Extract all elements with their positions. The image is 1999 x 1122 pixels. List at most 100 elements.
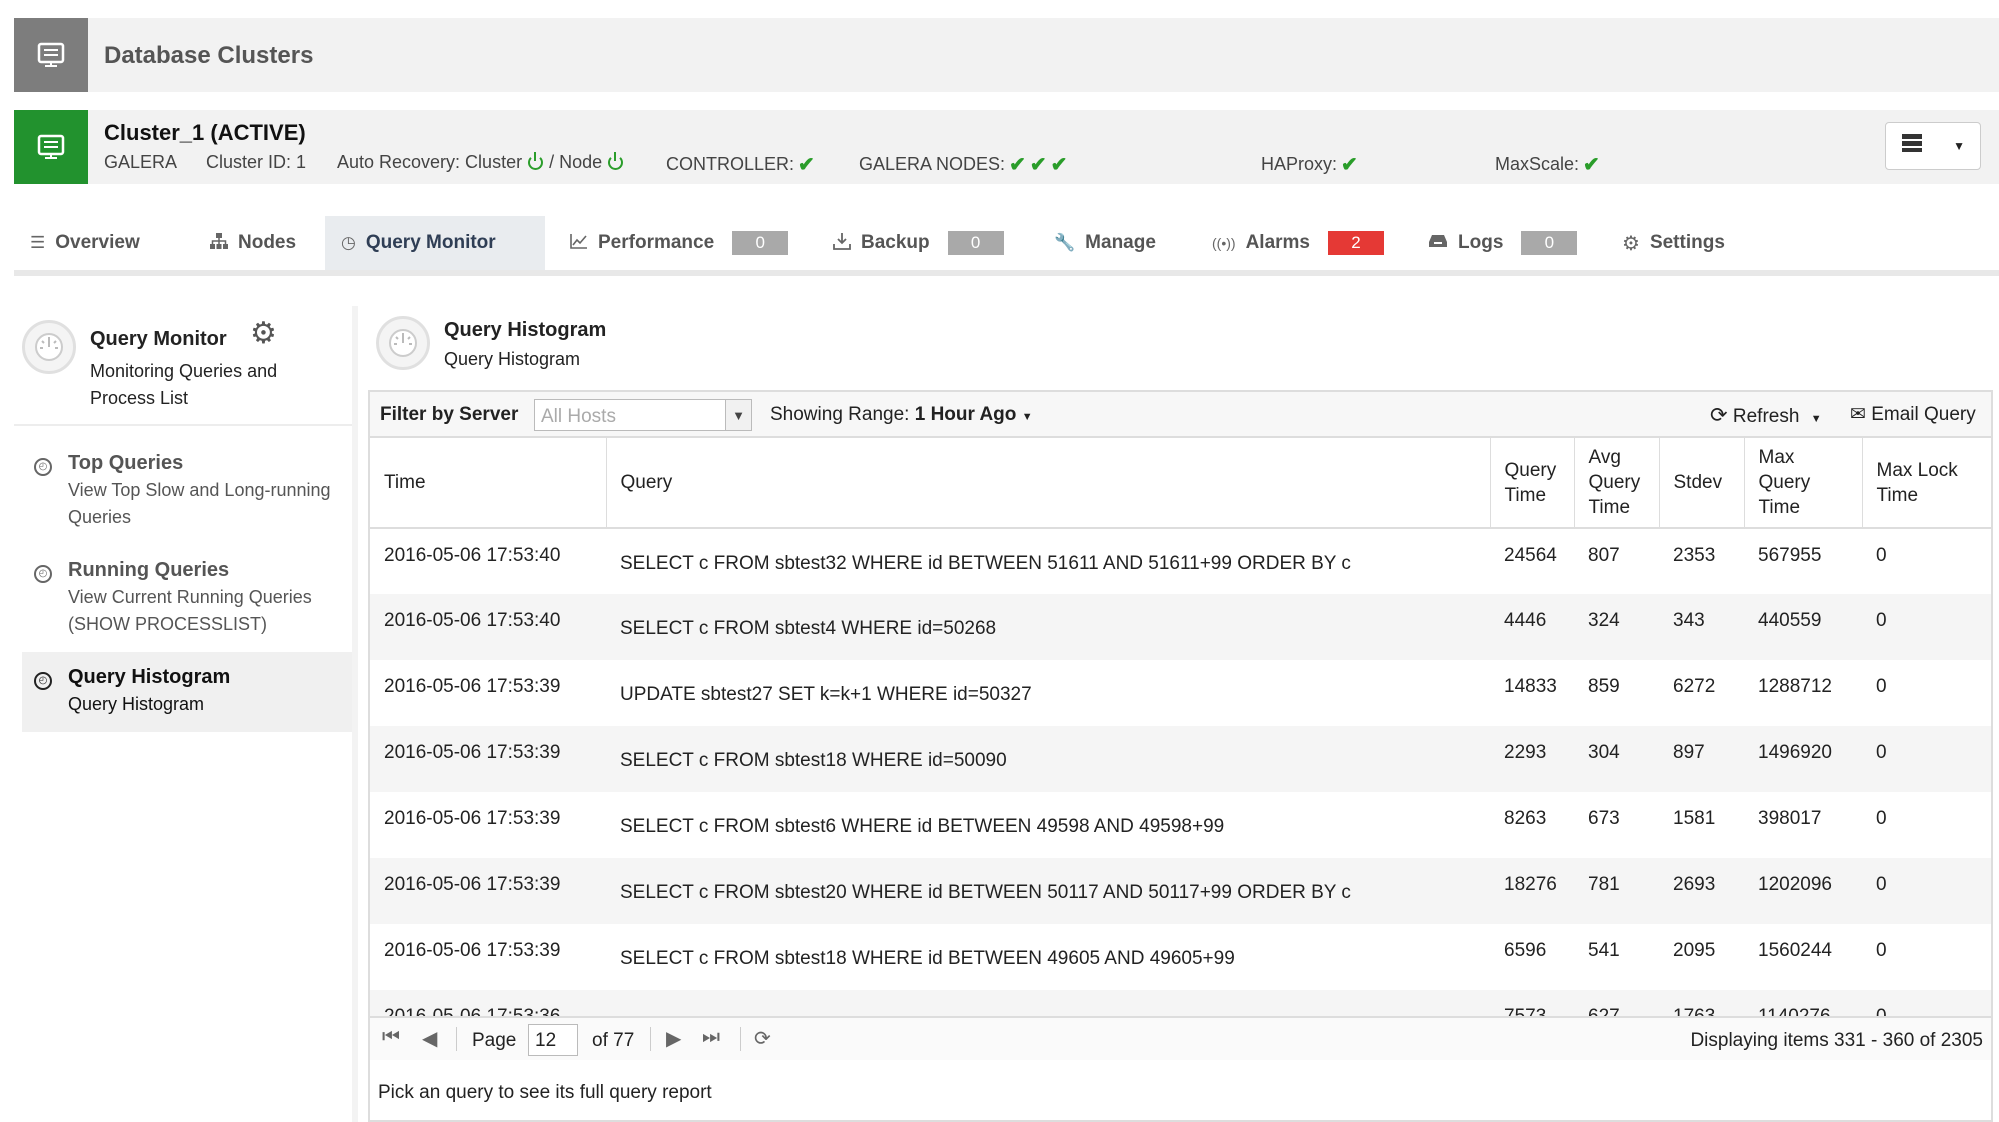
cell-query: SELECT c FROM sbtest32 WHERE id BETWEEN … bbox=[620, 553, 1351, 574]
sidebar-item-query-histogram[interactable]: ◴ Query Histogram Query Histogram bbox=[22, 652, 352, 732]
dial-icon bbox=[22, 320, 76, 374]
sidebar-item-desc: View Current Running Queries (SHOW PROCE… bbox=[68, 587, 312, 634]
caret-down-icon: ▼ bbox=[1021, 411, 1033, 423]
refresh-label: Refresh bbox=[1732, 406, 1800, 427]
cell-query: SELECT c FROM sbtest6 WHERE id BETWEEN 4… bbox=[620, 816, 1225, 837]
cell-query-time: 8263 bbox=[1504, 808, 1547, 829]
column-header-label: Time bbox=[384, 472, 426, 493]
first-page-icon[interactable]: ⏮ bbox=[382, 1026, 400, 1049]
performance-badge: 0 bbox=[732, 231, 789, 255]
line-chart-icon bbox=[570, 233, 588, 254]
cluster-power-icon[interactable] bbox=[528, 152, 544, 170]
email-query-button[interactable]: ✉ Email Query bbox=[1850, 403, 1976, 426]
tab-alarms[interactable]: ((•)) Alarms 2 bbox=[1196, 216, 1400, 270]
main-title: Query Histogram bbox=[444, 319, 607, 341]
column-header-time[interactable]: Time bbox=[370, 438, 607, 529]
tab-label: Alarms bbox=[1245, 232, 1310, 253]
reload-icon[interactable]: ⟳ bbox=[754, 1026, 771, 1051]
table-row[interactable]: 2016-05-06 17:53:39 UPDATE sbtest27 SET k… bbox=[370, 660, 1991, 726]
table-row[interactable]: 2016-05-06 17:53:39 SELECT c FROM sbtest6… bbox=[370, 792, 1991, 858]
table-row[interactable]: 2016-05-06 17:53:36SELECT c FROM sbtest7… bbox=[370, 990, 1991, 1016]
sidebar-divider bbox=[352, 306, 358, 1122]
sidebar-item-desc: Query Histogram bbox=[68, 694, 205, 714]
sidebar-description: Monitoring Queries and Process List bbox=[90, 361, 278, 408]
gear-icon[interactable]: ⚙ bbox=[250, 316, 277, 351]
check-icon: ✔ bbox=[1009, 154, 1026, 176]
haproxy-status: HAProxy: ✔ bbox=[1261, 152, 1358, 177]
chevron-down-icon[interactable]: ▼ bbox=[725, 400, 751, 430]
sidebar-title: Query Monitor bbox=[90, 328, 227, 350]
page-header: Database Clusters bbox=[14, 18, 1999, 92]
range-selector[interactable]: Showing Range: 1 Hour Ago ▼ bbox=[770, 404, 1033, 426]
check-icon: ✔ bbox=[1583, 154, 1600, 176]
list-icon: ☰ bbox=[30, 233, 46, 252]
tab-backup[interactable]: Backup 0 bbox=[817, 216, 1020, 270]
column-header-max-query-time[interactable]: Max Query Time bbox=[1744, 438, 1863, 529]
table-header-row: Time Query Query Time Avg Query Time Stdev … bbox=[370, 438, 1991, 529]
prev-page-icon[interactable]: ◀ bbox=[422, 1026, 437, 1051]
cluster-name[interactable]: Cluster_1 (ACTIVE) bbox=[104, 120, 306, 146]
node-power-icon[interactable] bbox=[608, 152, 624, 170]
page-count: of 77 bbox=[592, 1030, 635, 1051]
tab-overview[interactable]: ☰ Overview bbox=[14, 216, 156, 270]
tab-logs[interactable]: Logs 0 bbox=[1412, 216, 1593, 270]
column-header-max-lock-time[interactable]: Max Lock Time bbox=[1862, 438, 1991, 529]
check-icon: ✔ bbox=[1341, 154, 1358, 176]
column-header-avg-query-time[interactable]: Avg Query Time bbox=[1574, 438, 1660, 529]
cell-avg-query-time: 304 bbox=[1574, 726, 1659, 792]
column-header-query-time[interactable]: Query Time bbox=[1490, 438, 1575, 529]
table-row[interactable]: 2016-05-06 17:53:39 SELECT c FROM sbtest2… bbox=[370, 858, 1991, 924]
column-header-stdev[interactable]: Stdev bbox=[1659, 438, 1745, 529]
column-header-label: Query bbox=[1588, 472, 1641, 493]
cell-avg-query-time: 541 bbox=[1588, 940, 1620, 961]
next-page-icon[interactable]: ▶ bbox=[666, 1026, 681, 1051]
tab-manage[interactable]: 🔧 Manage bbox=[1038, 216, 1172, 270]
page-input[interactable]: 12 bbox=[528, 1024, 578, 1056]
server-filter-select[interactable]: All Hosts ▼ bbox=[534, 399, 752, 431]
last-page-icon[interactable]: ⏭ bbox=[702, 1026, 720, 1049]
tab-settings[interactable]: ⚙ Settings bbox=[1606, 216, 1741, 270]
display-count: Displaying items 331 - 360 of 2305 bbox=[1690, 1030, 1983, 1051]
cell-query: SELECT c FROM sbtest20 WHERE id BETWEEN … bbox=[606, 858, 1490, 924]
broadcast-icon: ((•)) bbox=[1212, 235, 1236, 251]
cell-avg-query-time: 859 bbox=[1588, 676, 1620, 697]
server-stack-icon bbox=[1901, 133, 1923, 159]
column-header-label: Time bbox=[1758, 497, 1801, 518]
query-grid-viewport[interactable]: Time Query Query Time Avg Query Time Stdev … bbox=[370, 438, 1991, 1016]
table-row[interactable]: 2016-05-06 17:53:40 SELECT c FROM sbtest3… bbox=[370, 528, 1991, 594]
column-header-label: Max Lock bbox=[1876, 459, 1958, 481]
dial-icon: ◴ bbox=[34, 672, 52, 690]
sidebar-item-title: Running Queries bbox=[68, 559, 230, 581]
controller-status: CONTROLLER: ✔ bbox=[666, 152, 815, 177]
table-row[interactable]: 2016-05-06 17:53:40 SELECT c FROM sbtest4… bbox=[370, 594, 1991, 660]
tab-query-monitor[interactable]: ◷ Query Monitor bbox=[325, 216, 545, 270]
cell-stdev: 1763 bbox=[1659, 990, 1744, 1016]
cell-avg-query-time: 807 bbox=[1588, 545, 1620, 566]
cell-query-time: 7573 bbox=[1490, 990, 1574, 1016]
column-header-label: Stdev bbox=[1673, 472, 1723, 493]
cluster-actions-dropdown[interactable]: ▼ bbox=[1885, 122, 1981, 170]
sidebar-item-top-queries[interactable]: ◴ Top Queries View Top Slow and Long-run… bbox=[14, 438, 352, 545]
download-icon bbox=[833, 232, 851, 255]
refresh-button[interactable]: ⟳ Refresh ▼ bbox=[1710, 403, 1822, 428]
range-value[interactable]: 1 Hour Ago bbox=[915, 404, 1017, 425]
cell-query: SELECT c FROM sbtest7 WHERE id BETWEEN 4… bbox=[606, 990, 1490, 1016]
cell-max-query-time: 567955 bbox=[1758, 545, 1822, 566]
cell-max-lock-time: 0 bbox=[1862, 726, 1991, 792]
table-row[interactable]: 2016-05-06 17:53:39 SELECT c FROM sbtest1… bbox=[370, 924, 1991, 990]
sidebar-item-title: Query Histogram bbox=[68, 666, 231, 688]
cluster-tabs: ☰ Overview Nodes ◷ Query Monitor Perform… bbox=[14, 216, 1999, 276]
dial-icon: ◴ bbox=[34, 458, 52, 476]
server-icon bbox=[14, 18, 88, 92]
dial-icon: ◴ bbox=[34, 565, 52, 583]
cell-stdev: 2693 bbox=[1659, 858, 1744, 924]
inbox-icon bbox=[1428, 233, 1448, 253]
column-header-query[interactable]: Query bbox=[606, 438, 1491, 529]
table-row[interactable]: 2016-05-06 17:53:39 SELECT c FROM sbtest1… bbox=[370, 726, 1991, 792]
tab-performance[interactable]: Performance 0 bbox=[554, 216, 804, 270]
gear-icon: ⚙ bbox=[1622, 232, 1640, 255]
cell-time: 2016-05-06 17:53:40 bbox=[370, 594, 606, 660]
sidebar-item-running-queries[interactable]: ◴ Running Queries View Current Running Q… bbox=[14, 545, 352, 652]
tab-nodes[interactable]: Nodes bbox=[194, 216, 312, 270]
caret-down-icon[interactable]: ▼ bbox=[1811, 413, 1822, 425]
